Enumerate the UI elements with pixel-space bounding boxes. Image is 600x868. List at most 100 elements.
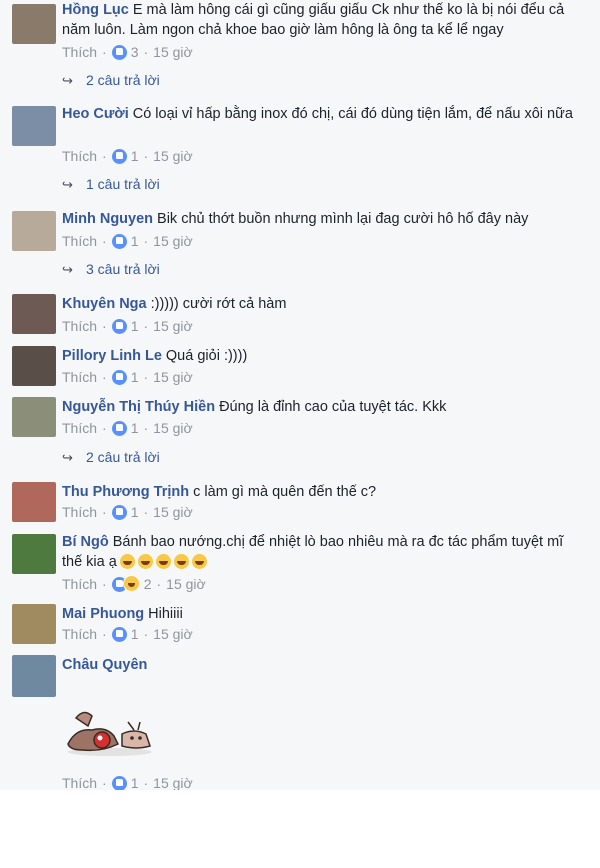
replies-count-label: 2 câu trả lời [86, 72, 160, 88]
avatar[interactable] [12, 397, 56, 437]
comment-meta: Thích · 1 · 15 giờ [62, 626, 193, 642]
like-reaction-icon[interactable] [111, 319, 127, 334]
avatar[interactable] [12, 4, 56, 44]
avatar[interactable] [12, 106, 56, 146]
comment-text: :))))) cười rớt cả hàm [150, 296, 287, 312]
comment-body: Bí Ngô Bánh bao nướng.chị để nhiệt lò bao… [62, 532, 586, 572]
like-reaction-icon[interactable] [111, 234, 127, 249]
like-link[interactable]: Thích [62, 775, 97, 790]
comment-body: Mai Phuong Hihiiii [62, 604, 586, 624]
like-reaction-icon[interactable] [111, 149, 127, 164]
comment-text: E mà làm hông cái gì cũng giấu giấu Ck n… [62, 2, 565, 38]
comment-meta: Thích · 1 · 15 giờ [62, 504, 193, 520]
reaction-count: 2 [143, 576, 152, 592]
view-replies-link[interactable]: ↪ 1 câu trả lời [62, 174, 160, 194]
avatar[interactable] [12, 346, 56, 386]
laughing-emoji-icon [137, 554, 153, 569]
comment-body: Khuyên Nga:))))) cười rớt cả hàm [62, 294, 586, 314]
view-replies-link[interactable]: ↪ 2 câu trả lời [62, 447, 160, 467]
comment-thread: Hồng Lục E mà làm hông cái gì cũng giấu g… [0, 0, 600, 790]
comment-text: Đúng là đỉnh cao của tuyệt tác. Kkk [219, 399, 447, 415]
like-reaction-icon[interactable] [111, 45, 127, 60]
comment-text: Có loại vỉ hấp bằng inox đó chị, cái đó … [132, 106, 573, 122]
comment-meta: Thích · 1 · 15 giờ [62, 318, 193, 334]
reaction-count: 3 [130, 44, 139, 60]
comment-author[interactable]: Khuyên Nga [62, 296, 147, 312]
comment-text: Quá giỏi :)))) [165, 348, 248, 364]
comment-text: c làm gì mà quên đến thế c? [193, 484, 377, 500]
comment-body: Minh Nguyen Bik chủ thớt buồn nhưng mình … [62, 209, 586, 229]
comment-meta: Thích · 1 · 15 giờ [62, 233, 193, 249]
comment-time[interactable]: 15 giờ [153, 420, 193, 436]
laughing-emoji-icon [191, 554, 207, 569]
avatar[interactable] [12, 534, 56, 574]
comment-meta: Thích · 3 · 15 giờ [62, 44, 193, 60]
comment-author[interactable]: Heo Cười [62, 106, 129, 122]
reply-arrow-icon: ↪ [62, 73, 73, 88]
comment-author[interactable]: Hồng Lục [62, 2, 129, 18]
comment-time[interactable]: 15 giờ [153, 626, 193, 642]
like-link[interactable]: Thích [62, 576, 97, 592]
comment-text: Bik chủ thớt buồn nhưng mình lại đag cườ… [157, 211, 529, 227]
comment-author[interactable]: Nguyễn Thị Thúy Hiền [62, 399, 215, 415]
laughing-emoji-icon [119, 554, 135, 569]
avatar[interactable] [12, 604, 56, 644]
comment-body: Thu Phương Trịnh c làm gì mà quên đến thế… [62, 482, 586, 502]
avatar[interactable] [12, 655, 56, 697]
reaction-count: 1 [130, 504, 139, 520]
comment-author[interactable]: Minh Nguyen [62, 211, 153, 227]
comment-author[interactable]: Pillory Linh Le [62, 348, 162, 364]
reaction-count: 1 [130, 775, 139, 790]
comment-time[interactable]: 15 giờ [153, 233, 193, 249]
avatar[interactable] [12, 211, 56, 251]
like-reaction-icon[interactable] [111, 421, 127, 436]
comment-meta: Thích · 2 · 15 giờ [62, 575, 206, 592]
comment-body: Châu Quyên [62, 655, 586, 675]
reply-arrow-icon: ↪ [62, 177, 73, 192]
reaction-count: 1 [130, 148, 139, 164]
comment-time[interactable]: 15 giờ [153, 318, 193, 334]
comment-meta: Thích · 1 · 15 giờ [62, 420, 193, 436]
like-link[interactable]: Thích [62, 369, 97, 385]
avatar[interactable] [12, 294, 56, 334]
comment-body: Hồng Lục E mà làm hông cái gì cũng giấu g… [62, 0, 586, 40]
comment-body: Pillory Linh Le Quá giỏi :)))) [62, 346, 586, 366]
like-link[interactable]: Thích [62, 44, 97, 60]
comment-time[interactable]: 15 giờ [153, 44, 193, 60]
haha-reaction-icon[interactable] [122, 575, 140, 592]
comment-author[interactable]: Bí Ngô [62, 534, 109, 550]
avatar[interactable] [12, 482, 56, 522]
view-replies-link[interactable]: ↪ 2 câu trả lời [62, 70, 160, 90]
comment-time[interactable]: 15 giờ [153, 504, 193, 520]
reaction-count: 1 [130, 369, 139, 385]
like-link[interactable]: Thích [62, 233, 97, 249]
comment-body: Nguyễn Thị Thúy Hiền Đúng là đỉnh cao của… [62, 397, 586, 417]
comment-author[interactable]: Mai Phuong [62, 606, 144, 622]
like-link[interactable]: Thích [62, 504, 97, 520]
like-reaction-icon[interactable] [111, 370, 127, 385]
comment-time[interactable]: 15 giờ [153, 369, 193, 385]
like-link[interactable]: Thích [62, 626, 97, 642]
comment-text: Bánh bao nướng.chị để nhiệt lò bao nhiêu… [62, 534, 564, 570]
replies-count-label: 2 câu trả lời [86, 449, 160, 465]
comment-author[interactable]: Châu Quyên [62, 657, 147, 673]
like-reaction-icon[interactable] [111, 627, 127, 642]
reply-arrow-icon: ↪ [62, 450, 73, 465]
comment-time[interactable]: 15 giờ [166, 576, 206, 592]
comment-author[interactable]: Thu Phương Trịnh [62, 484, 189, 500]
comment-meta: Thích · 1 · 15 giờ [62, 775, 193, 790]
view-replies-link[interactable]: ↪ 3 câu trả lời [62, 259, 160, 279]
comment-meta: Thích · 1 · 15 giờ [62, 369, 193, 385]
sticker-image[interactable] [62, 700, 158, 758]
like-link[interactable]: Thích [62, 420, 97, 436]
replies-count-label: 1 câu trả lời [86, 176, 160, 192]
comment-time[interactable]: 15 giờ [153, 148, 193, 164]
comment-meta: Thích · 1 · 15 giờ [62, 148, 193, 164]
like-link[interactable]: Thích [62, 148, 97, 164]
like-reaction-icon[interactable] [111, 505, 127, 520]
like-link[interactable]: Thích [62, 318, 97, 334]
laughing-emoji-icon [155, 554, 171, 569]
comment-time[interactable]: 15 giờ [153, 775, 193, 790]
like-reaction-icon[interactable] [111, 776, 127, 790]
laughing-emoji-icon [173, 554, 189, 569]
